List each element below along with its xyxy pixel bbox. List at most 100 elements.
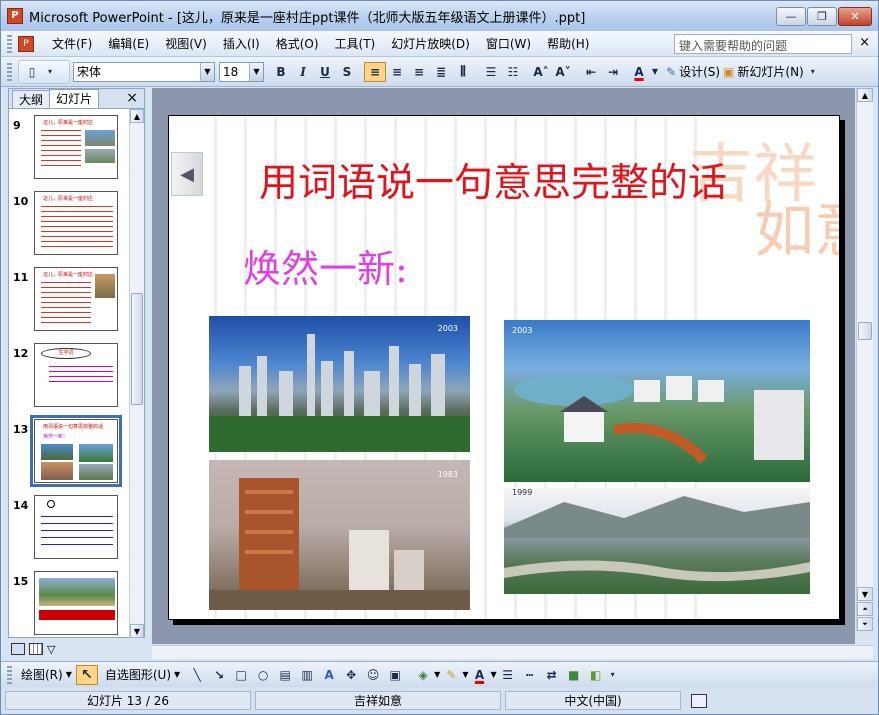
photo-villa-2003[interactable]: 2003	[504, 320, 810, 482]
thumbnail-14[interactable]: 14	[9, 493, 130, 569]
thumbnail-13[interactable]: 13 用词语说一句意思完整的话 焕然一新：	[9, 415, 130, 493]
editor-vertical-scrollbar[interactable]: ▲ ▼ ⏶ ⏷	[856, 88, 873, 631]
thumbnail-preview[interactable]	[34, 495, 118, 559]
fill-color-icon[interactable]: ◈	[412, 665, 434, 685]
menu-tools[interactable]: 工具(T)	[327, 35, 384, 52]
scroll-down-icon[interactable]: ▼	[130, 624, 144, 638]
thumbnail-scrollbar[interactable]: ▲ ▼	[129, 109, 144, 638]
line-color-icon[interactable]: ✎	[440, 665, 462, 685]
close-pane-button[interactable]: ×	[126, 90, 138, 106]
bold-button[interactable]: B	[270, 62, 292, 82]
diagram-icon[interactable]: ✥	[340, 665, 362, 685]
scrollbar-thumb[interactable]	[858, 322, 872, 340]
increase-indent-icon[interactable]: ⇥	[602, 62, 624, 82]
menu-insert[interactable]: 插入(I)	[215, 35, 268, 52]
line-style-icon[interactable]: ☰	[497, 665, 519, 685]
font-name-combo[interactable]: 宋体 ▼	[73, 61, 215, 82]
menu-edit[interactable]: 编辑(E)	[100, 35, 157, 52]
oval-icon[interactable]: ○	[252, 665, 274, 685]
justify-icon[interactable]: ≣	[430, 62, 452, 82]
grip-icon[interactable]	[7, 34, 12, 53]
align-center-icon[interactable]: ≡	[386, 62, 408, 82]
previous-slide-icon[interactable]: ⏶	[857, 602, 873, 616]
arrow-style-icon[interactable]: ⇄	[541, 665, 563, 685]
close-document-button[interactable]: ×	[859, 35, 870, 50]
font-size-combo[interactable]: 18 ▼	[219, 61, 264, 82]
vertical-textbox-icon[interactable]: ▥	[296, 665, 318, 685]
autoshapes-button[interactable]: 自选图形(U)	[102, 666, 174, 683]
spelling-icon[interactable]	[691, 693, 707, 708]
increase-font-button[interactable]: A˄	[530, 62, 552, 82]
slide-title[interactable]: 用词语说一句意思完整的话	[259, 152, 727, 208]
thumbnail-10[interactable]: 10 这儿，原来是一座村庄	[9, 189, 130, 265]
thumbnail-preview[interactable]: 这儿，原来是一座村庄	[34, 267, 118, 331]
toolbar-options-icon[interactable]: ▾	[43, 62, 57, 82]
thumbnail-preview[interactable]: 生字词	[34, 343, 118, 407]
help-search-input[interactable]: 键入需要帮助的问题	[674, 34, 852, 54]
chevron-down-icon[interactable]: ▼	[249, 62, 263, 81]
restore-button[interactable]: ❐	[807, 7, 837, 26]
current-slide[interactable]: 吉祥 如意 ◀ 用词语说一句意思完整的话 焕然一新: 2003 1983	[168, 115, 840, 620]
menu-window[interactable]: 窗口(W)	[478, 35, 539, 52]
thumbnail-12[interactable]: 12 生字词	[9, 341, 130, 417]
thumbnail-preview[interactable]: 这儿，原来是一座村庄	[34, 191, 118, 255]
italic-button[interactable]: I	[292, 62, 314, 82]
slide-subtitle[interactable]: 焕然一新:	[243, 238, 408, 293]
close-button[interactable]: ✕	[838, 7, 872, 26]
tab-outline[interactable]: 大纲	[12, 90, 51, 108]
photo-city-1983[interactable]: 1983	[209, 460, 470, 610]
thumbnail-preview[interactable]: 这儿，原来是一座村庄	[34, 115, 118, 179]
slideshow-icon[interactable]: ▽	[47, 643, 55, 656]
grip-icon[interactable]	[7, 62, 12, 81]
chevron-down-icon[interactable]: ▼	[200, 62, 214, 81]
dash-style-icon[interactable]: ┅	[519, 665, 541, 685]
thumbnail-15[interactable]: 15	[9, 569, 130, 638]
minimize-button[interactable]: —	[776, 7, 806, 26]
menu-view[interactable]: 视图(V)	[157, 35, 215, 52]
design-button[interactable]: 设计(S)	[676, 63, 723, 80]
powerpoint-app-icon[interactable]: P	[7, 8, 23, 24]
speaker-icon[interactable]: ◀	[171, 152, 203, 196]
photo-landscape-1999[interactable]: 1999	[504, 488, 810, 594]
new-file-icon[interactable]: ▯	[21, 62, 43, 82]
decrease-font-button[interactable]: A˅	[552, 62, 574, 82]
menu-help[interactable]: 帮助(H)	[539, 35, 597, 52]
wordart-icon[interactable]: A	[318, 665, 340, 685]
picture-icon[interactable]: ▣	[384, 665, 406, 685]
photo-city-2003[interactable]: 2003	[209, 316, 470, 452]
align-left-icon[interactable]: ≡	[364, 61, 386, 82]
line-icon[interactable]: ╲	[186, 665, 208, 685]
font-color-button[interactable]: A	[468, 665, 490, 685]
toolbar-options-icon[interactable]: ▾	[807, 62, 819, 82]
scroll-down-icon[interactable]: ▼	[857, 587, 873, 601]
toolbar-options-icon[interactable]: ▾	[607, 665, 619, 685]
scroll-up-icon[interactable]: ▲	[130, 109, 144, 123]
select-pointer-icon[interactable]: ↖	[75, 664, 98, 685]
thumbnail-preview[interactable]	[34, 571, 118, 635]
menu-file[interactable]: 文件(F)	[44, 35, 100, 52]
chevron-down-icon[interactable]: ▼	[66, 670, 72, 679]
distributed-icon[interactable]: ⫼	[452, 62, 474, 82]
slide-sorter-icon[interactable]	[29, 643, 43, 655]
font-color-button[interactable]: A	[628, 62, 650, 82]
clipart-icon[interactable]: ☺	[362, 665, 384, 685]
textbox-icon[interactable]: ▤	[274, 665, 296, 685]
decrease-indent-icon[interactable]: ⇤	[580, 62, 602, 82]
next-slide-icon[interactable]: ⏷	[857, 617, 873, 631]
chevron-down-icon[interactable]: ▼	[174, 670, 180, 679]
3d-style-icon[interactable]: ◧	[585, 665, 607, 685]
numbering-icon[interactable]: ☰	[480, 62, 502, 82]
thumbnail-9[interactable]: 9 这儿，原来是一座村庄	[9, 113, 130, 189]
scroll-up-icon[interactable]: ▲	[857, 88, 873, 102]
scrollbar-thumb[interactable]	[131, 293, 143, 405]
draw-menu-button[interactable]: 绘图(R)	[18, 666, 66, 683]
rectangle-icon[interactable]: □	[230, 665, 252, 685]
bullets-icon[interactable]: ☷	[502, 62, 524, 82]
tab-slides[interactable]: 幻灯片	[49, 89, 100, 108]
align-right-icon[interactable]: ≡	[408, 62, 430, 82]
arrow-icon[interactable]: ↘	[208, 665, 230, 685]
shadow-button[interactable]: S	[336, 62, 358, 82]
thumbnail-preview[interactable]: 用词语说一句意思完整的话 焕然一新：	[30, 415, 122, 487]
new-slide-button[interactable]: 新幻灯片(N)	[734, 63, 806, 80]
document-icon[interactable]: P	[18, 35, 34, 52]
